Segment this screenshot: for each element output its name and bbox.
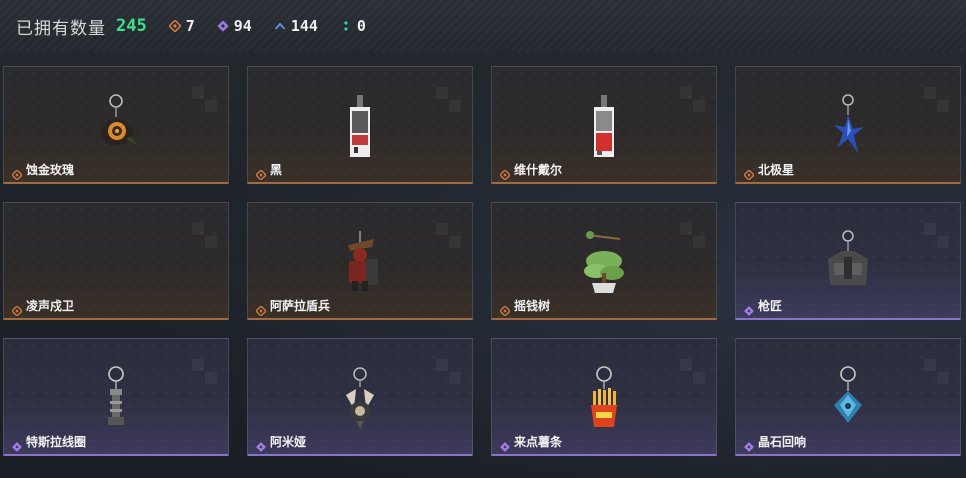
item-name: 来点薯条 (514, 435, 563, 449)
tesla-coil-charm-icon (108, 366, 124, 425)
fries-charm-icon (591, 366, 617, 427)
rose-charm-icon (100, 94, 138, 146)
orange-rarity-icon (11, 301, 23, 317)
purple-rarity-icon (500, 437, 510, 452)
soldier-charm-icon (348, 231, 378, 291)
item-name: 枪匠 (758, 299, 783, 313)
item-card[interactable]: 来点薯条 (491, 338, 717, 456)
purple-rarity-icon (744, 301, 754, 316)
item-name: 阿米娅 (270, 435, 307, 449)
blue-chevron-icon (274, 20, 286, 32)
orange-rarity-icon (499, 165, 511, 181)
orange-rarity-icon (255, 301, 267, 317)
item-card[interactable]: 枪匠 (735, 202, 961, 320)
item-card[interactable]: 维什戴尔 (491, 66, 717, 184)
orange-rarity-icon (11, 165, 23, 181)
money-tree-charm-icon (584, 231, 624, 293)
card-decoration (192, 359, 218, 385)
card-decoration (192, 223, 218, 249)
item-name: 凌声戍卫 (26, 299, 75, 313)
card-decoration (924, 223, 950, 249)
owned-count: 245 (116, 16, 147, 36)
stat-blue: 144 (274, 17, 318, 35)
stat-blue-count: 144 (290, 17, 318, 35)
orange-diamond-icon (168, 20, 181, 32)
blue-star-charm-icon (834, 94, 864, 153)
orange-rarity-icon (499, 301, 511, 317)
vest-charm-icon (828, 230, 868, 285)
item-card[interactable]: 晶石回响 (735, 338, 961, 456)
stat-orange: 7 (168, 17, 195, 35)
item-name: 摇钱树 (514, 299, 551, 313)
card-decoration (192, 87, 218, 113)
card-decoration (436, 87, 462, 113)
stat-purple: 94 (217, 17, 252, 35)
card-decoration (924, 359, 950, 385)
card-decoration (436, 359, 462, 385)
stat-green-count: 0 (356, 17, 366, 35)
card-decoration (680, 223, 706, 249)
item-card[interactable]: 摇钱树 (491, 202, 717, 320)
collection-header: 已拥有数量 245 7 94 144 0 (0, 0, 966, 52)
item-card[interactable]: 特斯拉线圈 (3, 338, 229, 456)
item-card[interactable]: 凌声戍卫 (3, 202, 229, 320)
green-dots-icon (340, 20, 352, 32)
crystal-charm-icon (834, 366, 862, 423)
purple-rarity-icon (744, 437, 754, 452)
card-decoration (680, 359, 706, 385)
card-charm-red-icon (594, 95, 614, 157)
purple-rarity-icon (12, 437, 22, 452)
stat-green: 0 (340, 17, 366, 35)
card-decoration (680, 87, 706, 113)
owned-label: 已拥有数量 (16, 18, 106, 39)
purple-diamond-icon (217, 20, 229, 32)
card-decoration (924, 87, 950, 113)
item-card[interactable]: 蚀金玫瑰 (3, 66, 229, 184)
card-charm-dark-icon (350, 95, 370, 157)
stat-purple-count: 94 (233, 17, 252, 35)
item-card[interactable]: 黑 (247, 66, 473, 184)
bunny-charm-icon (346, 367, 374, 429)
purple-rarity-icon (256, 437, 266, 452)
item-card[interactable]: 北极星 (735, 66, 961, 184)
stat-orange-count: 7 (185, 17, 195, 35)
card-decoration (436, 223, 462, 249)
orange-rarity-icon (743, 165, 755, 181)
item-name: 黑 (270, 163, 283, 177)
item-name: 蚀金玫瑰 (26, 163, 75, 177)
item-name: 晶石回响 (758, 435, 807, 449)
orange-rarity-icon (255, 165, 267, 181)
item-card[interactable]: 阿萨拉盾兵 (247, 202, 473, 320)
item-name: 北极星 (758, 163, 795, 177)
item-card[interactable]: 阿米娅 (247, 338, 473, 456)
item-name: 特斯拉线圈 (26, 435, 87, 449)
item-name: 维什戴尔 (514, 163, 563, 177)
item-name: 阿萨拉盾兵 (270, 299, 331, 313)
